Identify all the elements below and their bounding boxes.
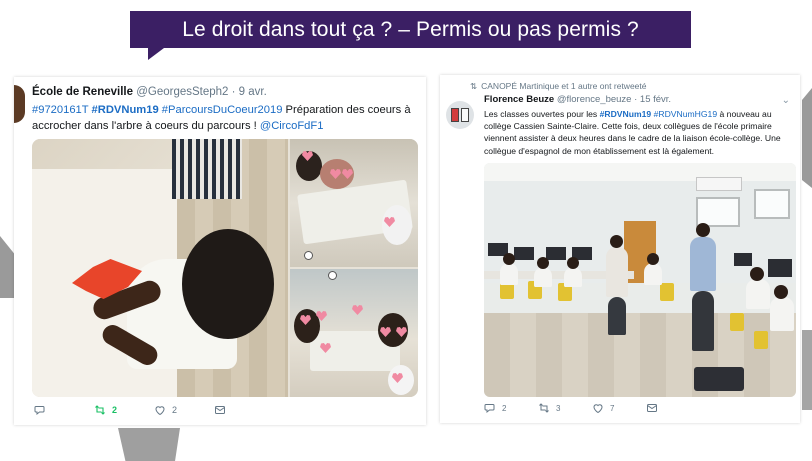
photo-classroom-computers[interactable]: [484, 163, 796, 397]
window: [754, 189, 790, 219]
avatar[interactable]: [446, 101, 474, 129]
chair: [172, 139, 242, 199]
computer-monitor: [546, 247, 566, 260]
teacher-legs: [608, 297, 626, 335]
child-figure: [382, 205, 412, 245]
photo-classroom-top[interactable]: [290, 139, 418, 267]
reply-button[interactable]: 2: [484, 402, 538, 414]
hashtag-link[interactable]: #RDVNum19: [92, 104, 159, 116]
photo-classroom-bottom[interactable]: [290, 269, 418, 397]
slide-title: Le droit dans tout ça ? – Permis ou pas …: [130, 11, 691, 48]
retweet-button[interactable]: 3: [538, 402, 592, 414]
author-name[interactable]: École de Reneville: [32, 86, 133, 98]
student-head: [774, 285, 788, 299]
tweet-header: École de Reneville @GeorgesSteph2 · 9 av…: [32, 86, 267, 98]
author-name[interactable]: Florence Beuze: [484, 94, 554, 105]
chevron-down-icon[interactable]: ⌄: [782, 95, 790, 106]
like-count: 7: [610, 403, 615, 413]
student-head: [567, 257, 579, 269]
student: [770, 297, 794, 331]
air-conditioner: [696, 177, 742, 191]
tweet-date[interactable]: · 9 avr.: [232, 86, 267, 98]
like-count: 2: [172, 405, 178, 415]
student-head: [647, 253, 659, 265]
privacy-smiley: [328, 271, 337, 280]
tweet-actions: 2 3 7: [484, 402, 700, 414]
computer-monitor: [734, 253, 752, 266]
student-head: [503, 253, 515, 265]
chair: [660, 283, 674, 301]
privacy-smiley: [304, 251, 313, 260]
student-head: [750, 267, 764, 281]
like-icon: [155, 406, 165, 416]
retweet-context: ⇅ CANOPÉ Martinique et 1 autre ont retwee…: [470, 81, 647, 92]
tweet-card-beuze[interactable]: ⇅ CANOPÉ Martinique et 1 autre ont retwee…: [440, 75, 800, 423]
floor: [484, 313, 796, 397]
retweet-button[interactable]: 2: [94, 404, 154, 416]
tweet-date[interactable]: · 15 févr.: [634, 94, 671, 105]
retweet-icon: [95, 405, 105, 415]
retweet-icon: [539, 403, 549, 413]
retweet-count: 3: [556, 403, 561, 413]
privacy-heart: [352, 305, 363, 315]
tweet-body-text: Les classes ouvertes pour les: [484, 109, 600, 119]
reply-icon: [34, 406, 45, 416]
hashtag-link[interactable]: #RDVNumHG19: [654, 109, 718, 119]
child-head: [182, 229, 274, 339]
teacher-head: [610, 235, 623, 248]
student: [500, 263, 518, 285]
share-button[interactable]: [646, 402, 700, 414]
teacher-legs: [692, 291, 714, 351]
chair: [754, 331, 768, 349]
tweet-text: Les classes ouvertes pour les #RDVNum19 …: [484, 108, 794, 157]
decorative-slab-bottom: [118, 428, 180, 461]
ceiling: [484, 163, 796, 181]
teacher: [606, 247, 628, 297]
retweet-context-text[interactable]: CANOPÉ Martinique et 1 autre ont retweet…: [481, 81, 646, 91]
retweet-count: 2: [112, 405, 118, 415]
computer-monitor: [514, 247, 534, 260]
decorative-slab-right: [802, 88, 812, 188]
teacher-head: [696, 223, 710, 237]
canope-book-icon: [451, 107, 469, 123]
tweet-header: Florence Beuze @florence_beuze · 15 févr…: [484, 94, 671, 105]
reply-count: 2: [502, 403, 507, 413]
like-button[interactable]: 7: [592, 402, 646, 414]
reply-button[interactable]: [34, 404, 94, 416]
computer-monitor: [768, 259, 792, 277]
student: [746, 279, 770, 309]
student-head: [537, 257, 549, 269]
photo-child-making-heart[interactable]: [32, 139, 288, 397]
decorative-slab-right-lower: [802, 330, 812, 410]
tweet-text: #9720161T #RDVNum19 #ParcoursDuCoeur2019…: [32, 102, 417, 134]
like-icon: [593, 404, 603, 414]
hashtag-link[interactable]: #RDVNum19: [600, 109, 652, 119]
banner-notch: [148, 48, 164, 60]
like-button[interactable]: 2: [154, 404, 214, 416]
tweet-card-reneville[interactable]: École de Reneville @GeorgesSteph2 · 9 av…: [14, 77, 426, 425]
hashtag-link[interactable]: #ParcoursDuCoeur2019: [162, 104, 283, 116]
teacher: [690, 237, 716, 291]
student: [564, 267, 582, 287]
share-icon: [647, 404, 657, 412]
decorative-slab-left: [0, 236, 14, 298]
share-icon: [215, 406, 225, 414]
student: [644, 263, 662, 285]
tweet-actions: 2 2: [34, 404, 274, 416]
author-handle[interactable]: @florence_beuze: [557, 94, 632, 105]
child-figure: [294, 309, 320, 343]
child-figure: [388, 365, 414, 395]
retweet-small-icon: ⇅: [470, 81, 478, 91]
hashtag-link[interactable]: #9720161T: [32, 104, 88, 116]
student: [534, 267, 552, 287]
laptop-bag: [694, 367, 744, 391]
mention-link[interactable]: @CircoFdF1: [260, 120, 324, 132]
photo-collage[interactable]: [32, 139, 418, 397]
chair: [730, 313, 744, 331]
avatar[interactable]: [14, 85, 25, 123]
reply-icon: [484, 404, 495, 414]
author-handle[interactable]: @GeorgesSteph2: [136, 86, 228, 98]
share-button[interactable]: [214, 404, 274, 416]
